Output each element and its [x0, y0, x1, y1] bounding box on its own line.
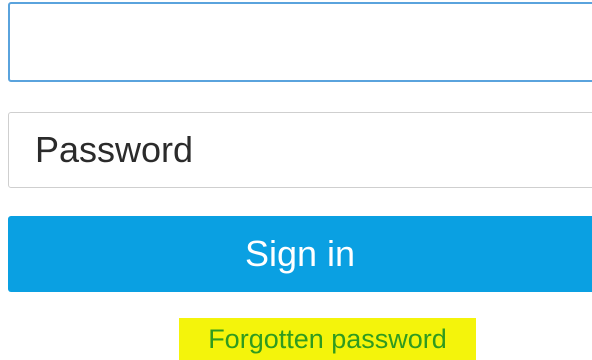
sign-in-button-label: Sign in	[244, 233, 356, 274]
sign-in-button[interactable]: Sign in	[8, 216, 592, 292]
forgot-password-link[interactable]: Forgotten password	[208, 324, 447, 355]
login-form: Sign in Forgotten password	[0, 0, 592, 360]
form-viewport: Sign in Forgotten password	[0, 0, 592, 360]
password-input[interactable]	[8, 112, 592, 188]
username-input[interactable]	[8, 2, 592, 82]
forgot-password-highlight: Forgotten password	[179, 318, 476, 360]
